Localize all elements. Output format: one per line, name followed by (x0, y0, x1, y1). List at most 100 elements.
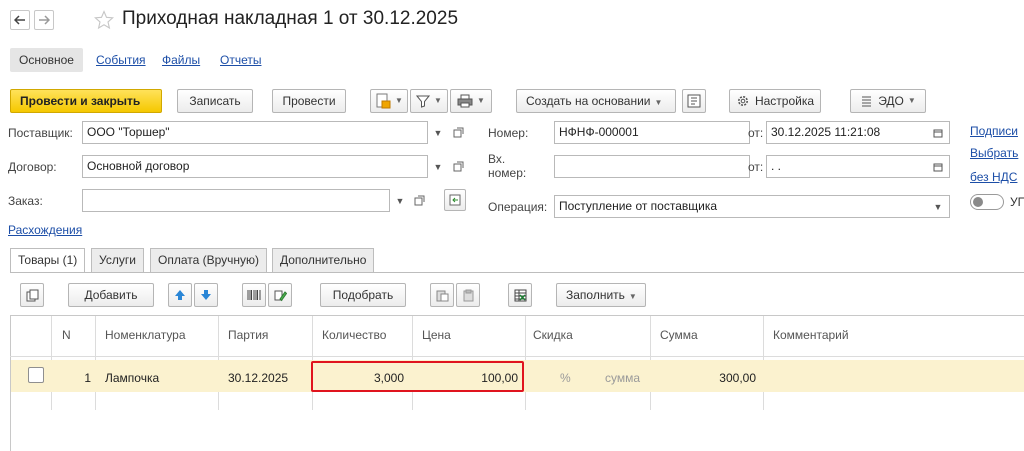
column-header-batch[interactable]: Партия (228, 328, 268, 342)
favorite-star-icon[interactable] (93, 10, 115, 30)
structure-icon (687, 94, 701, 108)
discrepancies-link[interactable]: Расхождения (8, 223, 82, 237)
order-open-button[interactable] (410, 189, 428, 212)
clipboard-button[interactable] (456, 283, 480, 307)
column-header-price[interactable]: Цена (422, 328, 451, 342)
calendar-icon (933, 129, 943, 137)
cell-batch[interactable]: 30.12.2025 (228, 371, 288, 385)
column-header-item[interactable]: Номенклатура (105, 328, 186, 342)
post-and-close-button[interactable]: Провести и закрыть (10, 89, 162, 113)
cell-discount-sum[interactable]: сумма (605, 371, 640, 385)
fill-button[interactable]: Заполнить ▼ (556, 283, 646, 307)
supplier-field[interactable]: ООО "Торшер" (82, 121, 428, 144)
settings-button[interactable]: Настройка (729, 89, 821, 113)
paste-icon (436, 290, 448, 301)
choose-link[interactable]: Выбрать (970, 146, 1018, 160)
copy-row-button[interactable] (20, 283, 44, 307)
edo-icon (862, 96, 872, 106)
operation-dropdown-button[interactable]: ▼ (929, 195, 947, 218)
forward-button[interactable] (34, 10, 54, 30)
up-toggle[interactable] (970, 194, 1004, 210)
tab-files[interactable]: Файлы (160, 48, 202, 72)
move-down-button[interactable] (194, 283, 218, 307)
fill-from-order-icon (449, 194, 461, 206)
chevron-down-icon: ▼ (628, 292, 637, 301)
calendar-icon (933, 163, 943, 171)
page-title: Приходная накладная 1 от 30.12.2025 (122, 8, 459, 29)
pick-button[interactable]: Подобрать (320, 283, 406, 307)
print-button[interactable]: ▼ (450, 89, 492, 113)
arrow-right-icon (39, 15, 50, 25)
edo-label: ЭДО (878, 94, 904, 108)
supplier-open-button[interactable] (449, 121, 467, 144)
row-checkbox[interactable] (28, 367, 44, 383)
edo-button[interactable]: ЭДО ▼ (850, 89, 926, 113)
operation-field[interactable]: Поступление от поставщика (554, 195, 950, 218)
excel-button[interactable] (508, 283, 532, 307)
fill-label: Заполнить (566, 288, 625, 302)
date-calendar-button[interactable] (929, 121, 947, 144)
tab-services[interactable]: Услуги (91, 248, 144, 272)
tab-events[interactable]: События (94, 48, 148, 72)
tab-goods[interactable]: Товары (1) (10, 248, 86, 273)
arrow-left-icon (14, 15, 25, 25)
contract-label: Договор: (8, 160, 57, 174)
tab-panel-border (10, 272, 1024, 273)
chevron-down-icon: ▼ (395, 96, 403, 105)
create-based-on-label: Создать на основании (526, 94, 651, 108)
print-forms-button[interactable]: ▼ (370, 89, 408, 113)
structure-button[interactable] (682, 89, 706, 113)
date-field[interactable]: 30.12.2025 11:21:08 (766, 121, 950, 144)
column-header-n[interactable]: N (62, 328, 71, 342)
edit-button[interactable] (268, 283, 292, 307)
contract-open-button[interactable] (449, 155, 467, 178)
contract-dropdown-button[interactable]: ▼ (429, 155, 447, 178)
pencil-icon (274, 290, 287, 301)
arrow-up-icon (175, 290, 185, 300)
column-header-discount[interactable]: Скидка (533, 328, 573, 342)
cell-n: 1 (84, 371, 91, 385)
column-header-sum[interactable]: Сумма (660, 328, 698, 342)
add-row-button[interactable]: Добавить (68, 283, 154, 307)
order-dropdown-button[interactable]: ▼ (391, 189, 409, 212)
order-fill-button[interactable] (444, 189, 466, 211)
chevron-down-icon: ▼ (434, 96, 442, 105)
tab-payment[interactable]: Оплата (Вручную) (150, 248, 268, 272)
open-window-icon (453, 127, 463, 138)
tab-main[interactable]: Основное (10, 48, 83, 72)
tab-reports[interactable]: Отчеты (218, 48, 263, 72)
supplier-dropdown-button[interactable]: ▼ (429, 121, 447, 144)
order-field[interactable] (82, 189, 390, 212)
printer-icon (457, 94, 473, 108)
paste-button[interactable] (430, 283, 454, 307)
in-number-field[interactable] (554, 155, 750, 178)
contract-field[interactable]: Основной договор (82, 155, 428, 178)
in-date-calendar-button[interactable] (929, 155, 947, 178)
clipboard-icon (463, 289, 473, 301)
post-button[interactable]: Провести (272, 89, 346, 113)
back-button[interactable] (10, 10, 30, 30)
vat-link[interactable]: без НДС (970, 170, 1017, 184)
copy-icon (26, 289, 38, 301)
column-header-comment[interactable]: Комментарий (773, 328, 849, 342)
column-header-quantity[interactable]: Количество (322, 328, 386, 342)
operation-label: Операция: (488, 200, 548, 214)
save-button[interactable]: Записать (177, 89, 253, 113)
create-based-on-button[interactable]: Создать на основании ▼ (516, 89, 676, 113)
in-date-field[interactable]: . . (766, 155, 950, 178)
barcode-button[interactable] (242, 283, 266, 307)
signatures-link[interactable]: Подписи (970, 124, 1018, 138)
filter-button[interactable]: ▼ (410, 89, 448, 113)
settings-label: Настройка (754, 94, 815, 108)
in-number-label-2: номер: (488, 166, 527, 180)
cell-item[interactable]: Лампочка (105, 371, 159, 385)
number-field[interactable]: НФНФ-000001 (554, 121, 750, 144)
in-number-label-1: Вх. (488, 152, 506, 166)
toggle-knob (973, 197, 983, 207)
tab-additional[interactable]: Дополнительно (272, 248, 375, 272)
cell-discount-percent[interactable]: % (560, 371, 571, 385)
date-from-label: от: (748, 126, 764, 140)
open-window-icon (414, 195, 424, 206)
move-up-button[interactable] (168, 283, 192, 307)
arrow-down-icon (201, 290, 211, 300)
